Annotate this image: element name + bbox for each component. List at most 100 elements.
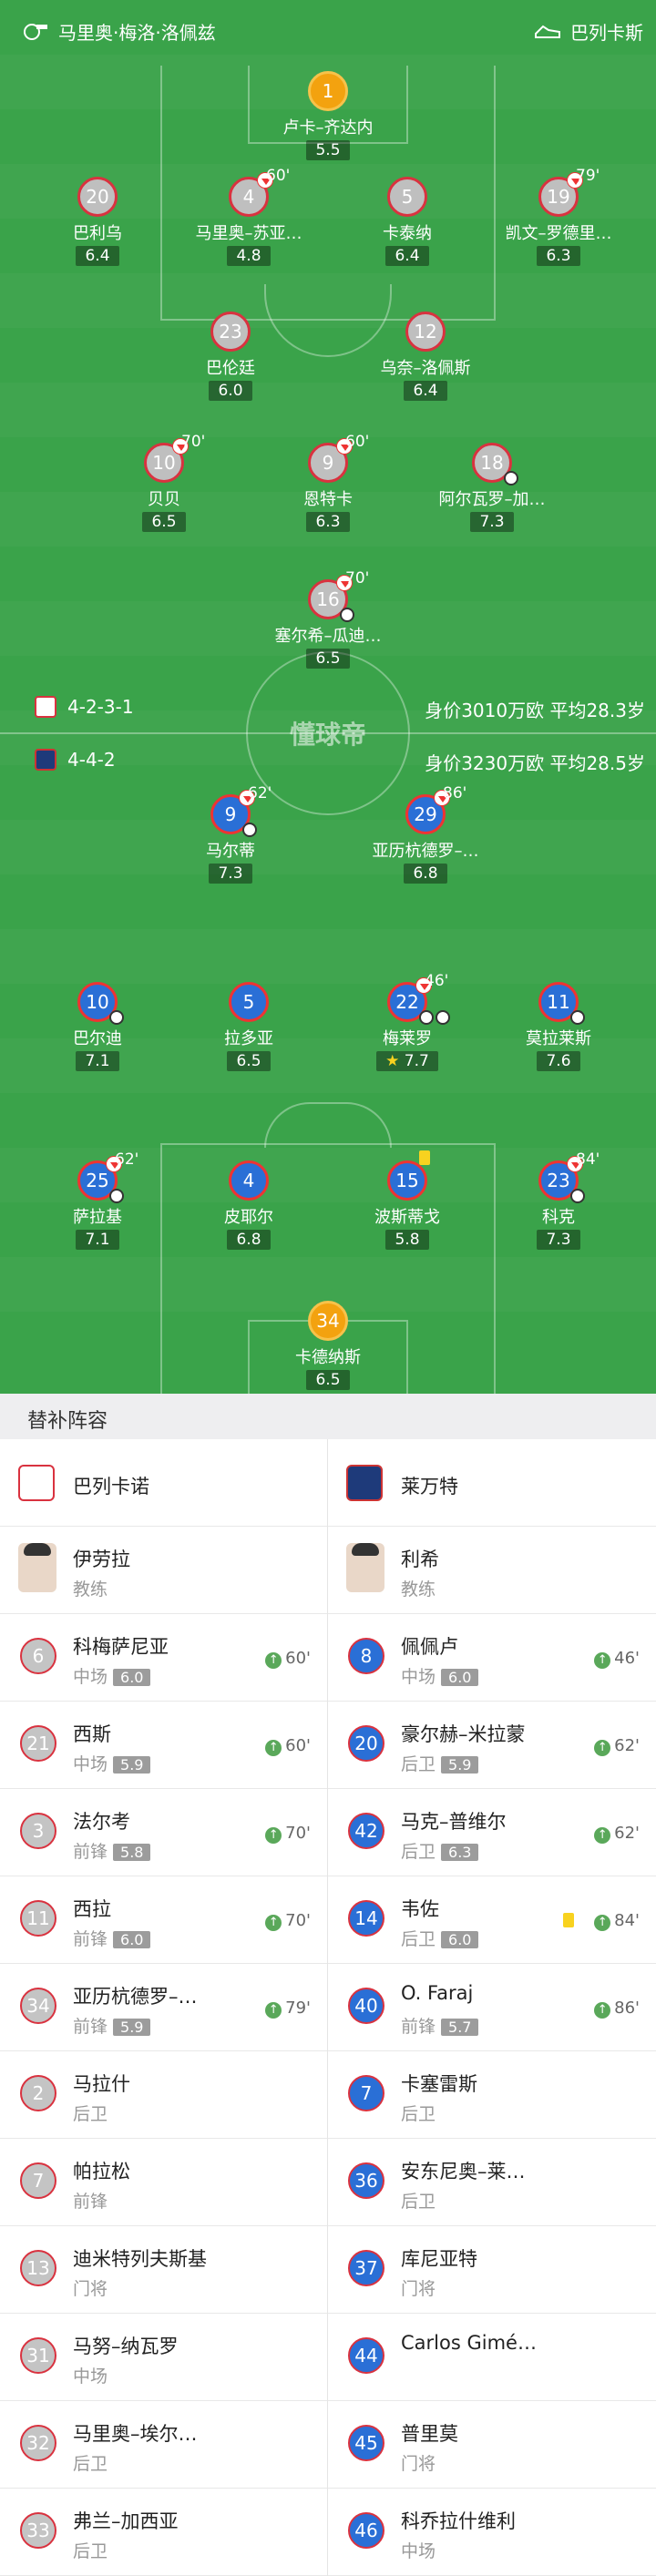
home-formation: 4-2-3-1 xyxy=(67,696,134,718)
bench-player-row[interactable]: 11 西拉前锋 6.0 70' xyxy=(0,1876,327,1964)
bench-team-name: 巴列卡诺 xyxy=(73,1476,149,1498)
player-card[interactable]: 5 拉多亚 6.5 xyxy=(171,982,326,1071)
player-number: 5 xyxy=(387,177,427,217)
bench-player-row[interactable]: 33 弗兰–加西亚 后卫 xyxy=(0,2489,327,2576)
player-name: 马尔蒂 xyxy=(206,842,255,861)
bench-player-row[interactable]: 32 马里奥–埃尔… 后卫 xyxy=(0,2401,327,2489)
bench-rating: 6.0 xyxy=(113,1669,151,1686)
player-rating: 6.5 xyxy=(227,1051,271,1071)
player-card[interactable]: 5 卡泰纳 6.4 xyxy=(330,177,485,266)
bench-position: 门将 xyxy=(73,2279,108,2299)
home-coach-row[interactable]: 伊劳拉 教练 xyxy=(0,1527,327,1614)
bench-number: 20 xyxy=(348,1725,384,1762)
player-card[interactable]: 18 阿尔瓦罗–加… 7.3 xyxy=(415,443,569,532)
bench-name: 普里莫 xyxy=(401,2423,458,2445)
player-rating: 6.8 xyxy=(227,1230,271,1250)
player-card[interactable]: 9 62' 马尔蒂 7.3 xyxy=(153,784,308,884)
away-bench-team[interactable]: 莱万特 xyxy=(328,1439,656,1527)
player-card[interactable]: 10 巴尔迪 7.1 xyxy=(20,982,175,1071)
bench-title: 替补阵容 xyxy=(0,1394,656,1439)
player-rating: 6.5 xyxy=(306,649,350,669)
player-name: 皮耶尔 xyxy=(224,1208,273,1227)
sub-time: 60' xyxy=(345,433,370,451)
player-number: 4 60' xyxy=(229,167,290,217)
player-card[interactable]: 4 60' 马里奥–苏亚… 4.8 xyxy=(171,167,326,266)
player-name: 贝贝 xyxy=(148,490,180,509)
player-number: 22 46' xyxy=(387,972,450,1025)
assist-ball-icon xyxy=(570,1010,585,1025)
player-rating: 4.8 xyxy=(227,246,271,266)
home-team-name: 马里奥·梅洛·洛佩兹 xyxy=(58,21,216,44)
coach-avatar xyxy=(346,1543,384,1592)
bench-player-row[interactable]: 34 亚历杭德罗–… 前锋 5.9 79' xyxy=(0,1964,327,2051)
sub-in-time: 84' xyxy=(594,1911,640,1931)
player-rating: 5.5 xyxy=(306,140,350,160)
bench-number: 36 xyxy=(348,2162,384,2199)
bench-player-row[interactable]: 37 库尼亚特 门将 xyxy=(328,2226,656,2314)
bench-position-line: 后卫 xyxy=(401,2101,436,2125)
bench-position-line: 前锋 6.0 xyxy=(73,1926,151,1950)
away-bench-column: 莱万特 利希 教练 8佩佩卢中场6.046'20豪尔赫–米拉蒙后卫5.962'4… xyxy=(328,1439,656,2576)
bench-player-row[interactable]: 7 卡塞雷斯 后卫 xyxy=(328,2051,656,2139)
player-card[interactable]: 23 84' 科克 7.3 xyxy=(481,1150,636,1250)
bench-player-row[interactable]: 3 法尔考前锋 5.8 70' xyxy=(0,1789,327,1876)
shoe-icon xyxy=(535,25,560,38)
home-bench-team[interactable]: 巴列卡诺 xyxy=(0,1439,327,1527)
bench-player-row[interactable]: 8 佩佩卢中场 6.0 46' xyxy=(328,1614,656,1702)
player-card[interactable]: 9 60' 恩特卡 6.3 xyxy=(251,433,405,532)
bench-position-line: 中场 5.9 xyxy=(73,1751,151,1775)
bench-player-row[interactable]: 7 帕拉松 前锋 xyxy=(0,2139,327,2226)
bench-player-row[interactable]: 36 安东尼奥–莱… 后卫 xyxy=(328,2139,656,2226)
bench-player-row[interactable]: 46 科乔拉什维利 中场 xyxy=(328,2489,656,2576)
bench-position: 后卫 xyxy=(401,2104,436,2124)
player-name: 卡德纳斯 xyxy=(295,1348,361,1367)
bench-player-row[interactable]: 20 豪尔赫–米拉蒙后卫 5.9 62' xyxy=(328,1702,656,1789)
bench-player-row[interactable]: 31 马努–纳瓦罗 中场 xyxy=(0,2314,327,2401)
bench-position-line: 后卫 xyxy=(73,2450,108,2475)
player-card[interactable]: 4 皮耶尔 6.8 xyxy=(171,1160,326,1250)
bench-rating: 5.9 xyxy=(113,1756,151,1774)
player-rating: 6.5 xyxy=(142,512,186,532)
bench-player-row[interactable]: 2 马拉什 后卫 xyxy=(0,2051,327,2139)
bench-position-line: 后卫 5.9 xyxy=(401,1751,479,1775)
yellow-card-icon xyxy=(563,1913,574,1927)
player-card[interactable]: 1 卢卡–齐达内 5.5 xyxy=(251,71,405,160)
bench-player-row[interactable]: 6 科梅萨尼亚中场 6.0 60' xyxy=(0,1614,327,1702)
player-card[interactable]: 15 波斯蒂戈 5.8 xyxy=(330,1150,485,1250)
player-number: 9 60' xyxy=(308,433,369,483)
player-card[interactable]: 22 46' 梅莱罗 ★ 7.7 xyxy=(330,972,485,1071)
player-card[interactable]: 25 62' 萨拉基 7.1 xyxy=(20,1150,175,1250)
player-rating: 6.0 xyxy=(209,381,252,401)
bench-position: 门将 xyxy=(401,2279,436,2299)
player-name: 卡泰纳 xyxy=(383,224,432,243)
player-number: 1 xyxy=(308,71,348,111)
bench-number: 2 xyxy=(20,2075,56,2111)
bench-position-line: 前锋 5.9 xyxy=(73,2013,151,2038)
player-rating: 5.8 xyxy=(385,1230,429,1250)
sub-in-time: 70' xyxy=(265,1911,311,1931)
coach-name: 伊劳拉 xyxy=(73,1549,130,1570)
bench-position-line: 后卫 xyxy=(73,2101,108,2125)
bench-player-row[interactable]: 14 韦佐后卫 6.0 84' xyxy=(328,1876,656,1964)
coach-avatar xyxy=(18,1543,56,1592)
player-card[interactable]: 11 莫拉莱斯 7.6 xyxy=(481,982,636,1071)
player-card[interactable]: 19 79' 凯文–罗德里… 6.3 xyxy=(481,167,636,266)
player-card[interactable]: 29 86' 亚历杭德罗–… 6.8 xyxy=(348,784,503,884)
bench-player-row[interactable]: 42 马克–普维尔后卫 6.3 62' xyxy=(328,1789,656,1876)
player-name: 拉多亚 xyxy=(224,1029,273,1048)
bench-player-row[interactable]: 13 迪米特列夫斯基 门将 xyxy=(0,2226,327,2314)
player-card[interactable]: 12 乌奈–洛佩斯 6.4 xyxy=(348,312,503,401)
bench-player-row[interactable]: 45 普里莫 门将 xyxy=(328,2401,656,2489)
bench-player-row[interactable]: 21 西斯中场 5.9 60' xyxy=(0,1702,327,1789)
away-formation-row: 4-4-2 xyxy=(35,743,116,776)
away-coach-row[interactable]: 利希 教练 xyxy=(328,1527,656,1614)
player-rating: 6.4 xyxy=(76,246,119,266)
player-card[interactable]: 10 70' 贝贝 6.5 xyxy=(87,433,241,532)
player-card[interactable]: 16 70' 塞尔希–瓜迪… 6.5 xyxy=(251,569,405,669)
bench-player-row[interactable]: 44 Carlos Gimé… xyxy=(328,2314,656,2401)
player-card[interactable]: 20 巴利乌 6.4 xyxy=(20,177,175,266)
bench-player-row[interactable]: 40 O. Faraj 前锋 5.7 86' xyxy=(328,1964,656,2051)
player-card[interactable]: 23 巴伦廷 6.0 xyxy=(153,312,308,401)
player-card[interactable]: 34 卡德纳斯 6.5 xyxy=(251,1301,405,1390)
bench-name: O. Faraj xyxy=(401,1982,474,2004)
